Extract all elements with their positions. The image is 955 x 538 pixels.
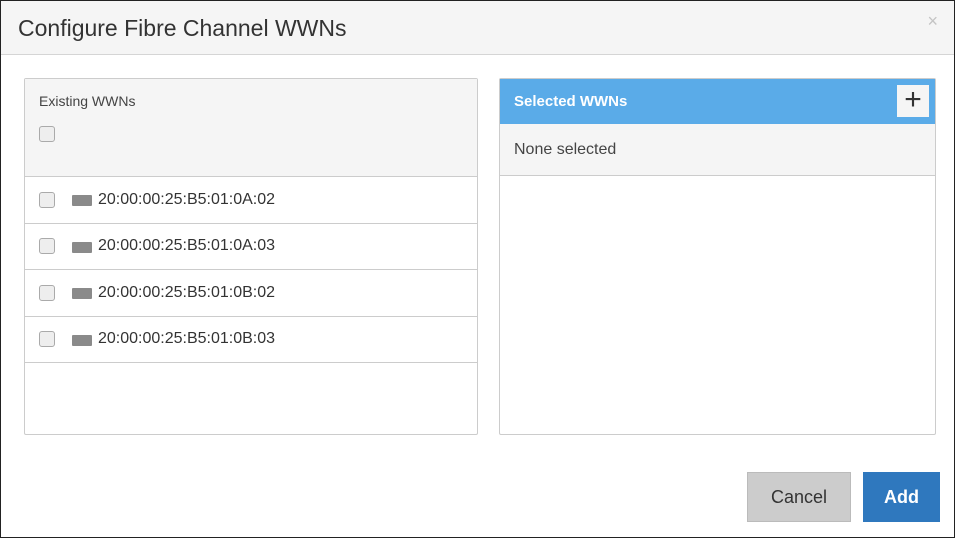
close-icon[interactable]: × xyxy=(927,11,938,32)
wwn-port-icon xyxy=(72,334,92,346)
wwn-value: 20:00:00:25:B5:01:0B:02 xyxy=(98,283,276,301)
wwn-port-icon xyxy=(72,288,92,300)
wwn-row[interactable]: 20:00:00:25:B5:01:0A:03 xyxy=(25,224,477,270)
selected-wwns-label: Selected WWNs xyxy=(514,93,628,110)
existing-wwns-label: Existing WWNs xyxy=(39,93,136,109)
wwn-value: 20:00:00:25:B5:01:0A:02 xyxy=(98,190,276,208)
wwn-port-icon xyxy=(72,195,92,207)
wwn-checkbox[interactable] xyxy=(39,331,55,348)
wwn-row[interactable]: 20:00:00:25:B5:01:0B:02 xyxy=(25,270,477,317)
dialog-title: Configure Fibre Channel WWNs xyxy=(18,15,347,41)
selected-wwns-panel: Selected WWNs + None selected xyxy=(499,78,936,435)
configure-wwns-dialog: Configure Fibre Channel WWNs × Existing … xyxy=(0,0,955,538)
wwn-row[interactable]: 20:00:00:25:B5:01:0B:03 xyxy=(25,317,477,363)
wwn-value: 20:00:00:25:B5:01:0A:03 xyxy=(98,237,276,255)
wwn-row[interactable]: 20:00:00:25:B5:01:0A:02 xyxy=(25,177,477,224)
existing-wwns-panel: Existing WWNs 20:00:00:25:B5:01:0A:02 20:… xyxy=(24,78,478,435)
wwn-value: 20:00:00:25:B5:01:0B:03 xyxy=(98,330,276,348)
dialog-header: Configure Fibre Channel WWNs × xyxy=(1,1,954,55)
add-wwn-button[interactable]: + xyxy=(897,85,929,117)
select-all-checkbox[interactable] xyxy=(39,126,55,142)
wwn-port-icon xyxy=(72,241,92,253)
wwn-checkbox[interactable] xyxy=(39,238,55,255)
none-selected-text: None selected xyxy=(500,124,935,176)
cancel-button[interactable]: Cancel xyxy=(747,472,851,522)
add-button[interactable]: Add xyxy=(863,472,940,522)
wwn-checkbox[interactable] xyxy=(39,284,55,301)
wwn-checkbox[interactable] xyxy=(39,191,55,208)
